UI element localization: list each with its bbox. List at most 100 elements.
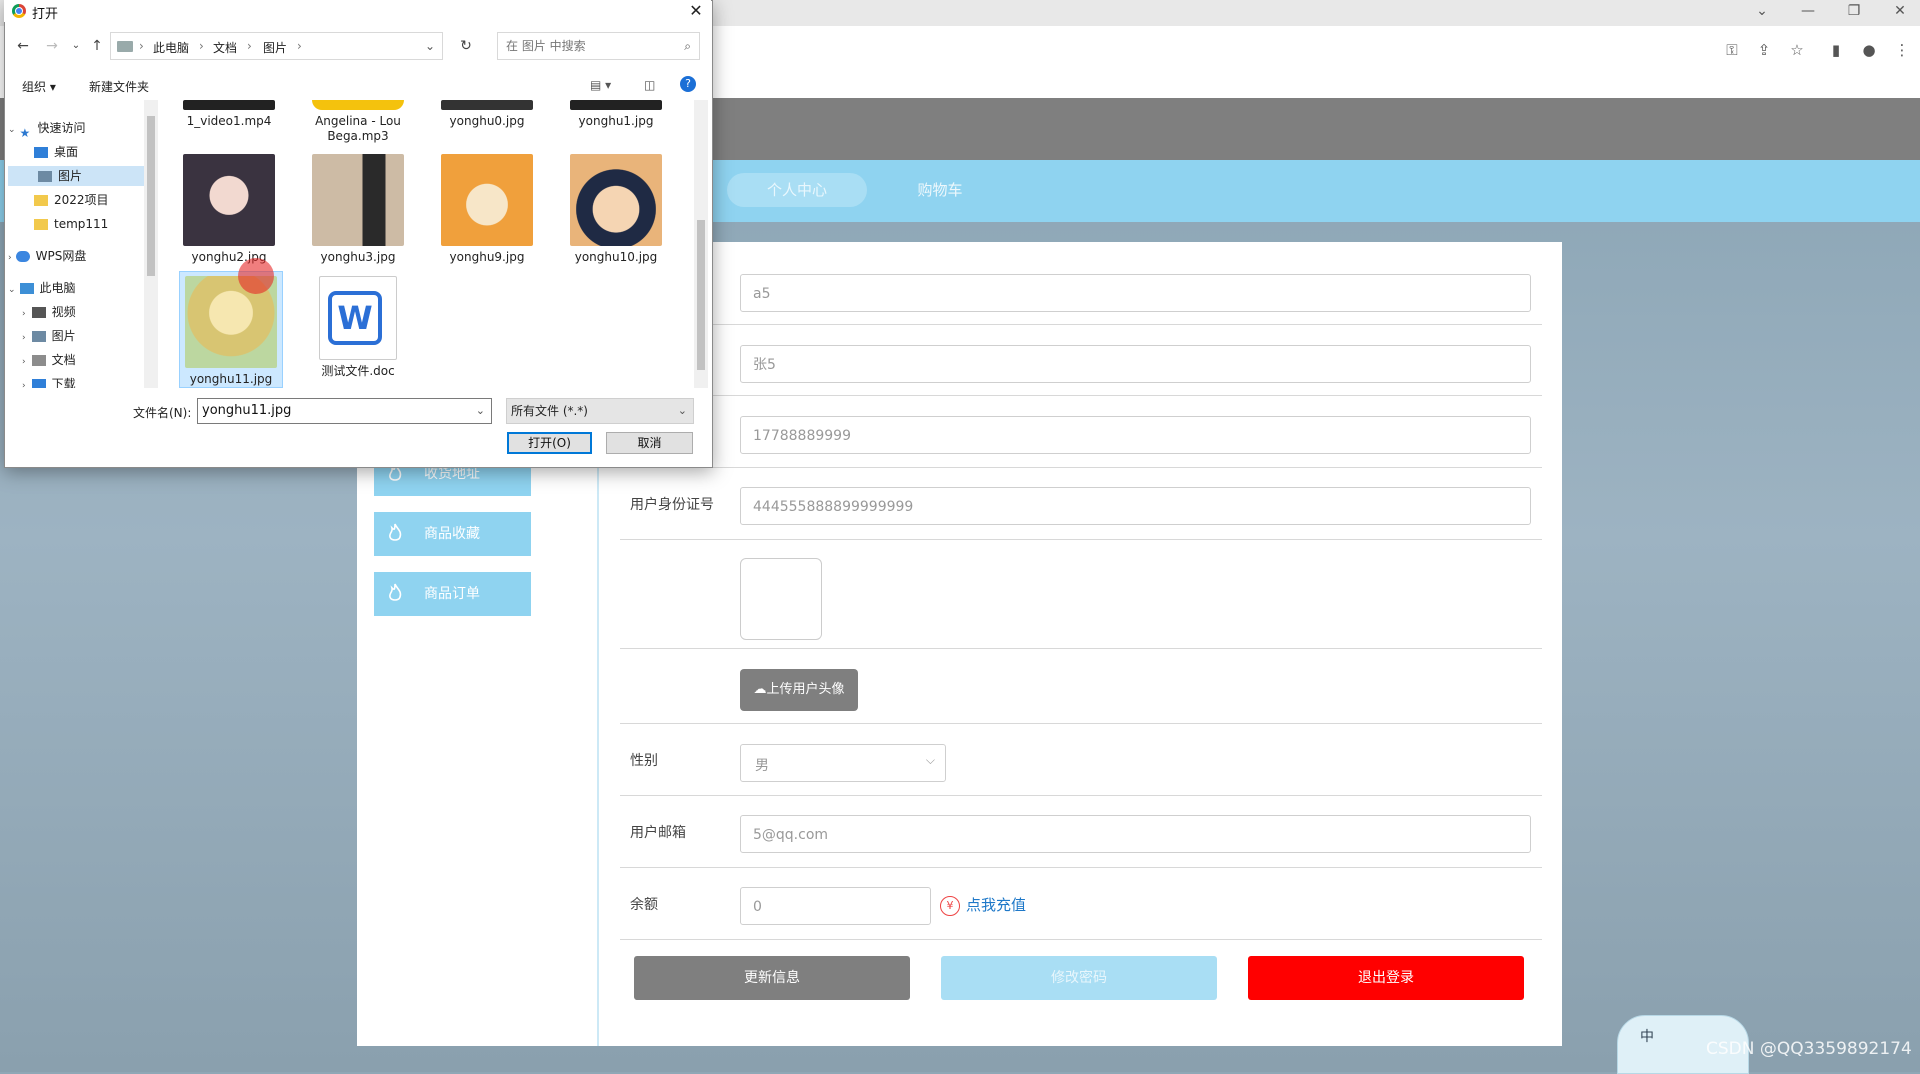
organize-menu[interactable]: 组织 ▾ xyxy=(22,78,56,95)
file-item[interactable]: W 测试文件.doc xyxy=(303,276,413,379)
breadcrumb-this-pc[interactable]: 此电脑 xyxy=(153,39,189,56)
star-icon[interactable]: ☆ xyxy=(1785,38,1809,62)
file-item[interactable]: yonghu1.jpg xyxy=(561,100,671,129)
sidebar-item-orders[interactable]: 商品订单 xyxy=(374,572,531,616)
id-label: 用户身份证号 xyxy=(630,497,714,513)
filename-input[interactable]: yonghu11.jpg ⌄ xyxy=(197,398,492,424)
restore-button[interactable]: ❐ xyxy=(1836,0,1872,24)
tab-search-icon[interactable]: ⌄ xyxy=(1744,0,1780,24)
sidebar-icon[interactable]: ▮ xyxy=(1824,38,1848,62)
dialog-close-button[interactable]: ✕ xyxy=(684,0,708,22)
preview-pane-icon[interactable]: ◫ xyxy=(644,78,655,92)
tree-item-wps-cloud[interactable]: › WPS网盘 xyxy=(8,246,86,266)
chevron-down-icon: ⌄ xyxy=(677,404,687,417)
breadcrumb-separator-icon: › xyxy=(247,39,252,53)
tree-scrollbar-thumb[interactable] xyxy=(147,116,155,276)
chevron-down-icon[interactable]: ⌄ xyxy=(425,39,435,53)
tree-label: 下载 xyxy=(51,377,76,388)
file-item[interactable]: yonghu3.jpg xyxy=(303,154,413,265)
gender-select[interactable]: 男 ⌵ xyxy=(740,744,946,782)
navigation-tree: ⌄ ★ 快速访问 桌面 图片 2022项目 temp111 › WPS网盘 ⌄ 此电脑 … xyxy=(4,100,144,388)
tree-item-desktop[interactable]: 桌面 xyxy=(34,142,144,162)
recent-locations-icon[interactable]: ⌄ xyxy=(66,36,86,56)
file-item[interactable]: yonghu10.jpg xyxy=(561,154,671,265)
file-item[interactable]: yonghu0.jpg xyxy=(432,100,542,129)
star-icon: ★ xyxy=(19,126,31,140)
recharge-link[interactable]: ¥ 点我充值 xyxy=(940,893,1026,917)
filename-label: 文件名(N): xyxy=(133,406,192,420)
open-button[interactable]: 打开(O) xyxy=(507,432,592,454)
name-input[interactable]: 张5 xyxy=(740,345,1531,383)
email-label: 用户邮箱 xyxy=(630,825,686,841)
key-icon[interactable]: ⚿ xyxy=(1720,38,1744,62)
pictures-folder-icon xyxy=(38,171,52,182)
nav-personal-center[interactable]: 个人中心 xyxy=(727,173,867,207)
tree-item-downloads[interactable]: › 下载 xyxy=(22,374,76,388)
folder-search-input[interactable]: 在 图片 中搜索 ⌕ xyxy=(497,32,700,60)
tree-item-temp111[interactable]: temp111 xyxy=(34,214,108,234)
file-list-scrollbar-thumb[interactable] xyxy=(697,220,705,370)
forward-arrow-icon[interactable]: → xyxy=(42,36,62,56)
chevron-right-icon: › xyxy=(8,253,12,263)
refresh-icon[interactable]: ↻ xyxy=(456,36,476,56)
username-input[interactable]: a5 xyxy=(740,274,1531,312)
tree-item-pictures-pc[interactable]: › 图片 xyxy=(22,326,76,346)
tree-item-quick-access[interactable]: ⌄ ★ 快速访问 xyxy=(8,118,86,140)
breadcrumb-separator-icon: › xyxy=(199,39,204,53)
phone-input[interactable]: 17788889999 xyxy=(740,416,1531,454)
logout-button[interactable]: 退出登录 xyxy=(1248,956,1524,1000)
view-options-icon[interactable]: ▤ ▾ xyxy=(590,78,611,92)
file-name: yonghu9.jpg xyxy=(449,250,525,264)
back-arrow-icon[interactable]: ← xyxy=(13,36,33,56)
image-thumbnail xyxy=(441,154,533,246)
file-item[interactable]: yonghu2.jpg xyxy=(174,154,284,265)
new-folder-button[interactable]: 新建文件夹 xyxy=(89,78,149,95)
form-row-email: 用户邮箱 5@qq.com xyxy=(620,796,1542,868)
nav-cart[interactable]: 购物车 xyxy=(890,173,990,207)
update-info-button[interactable]: 更新信息 xyxy=(634,956,910,1000)
tree-item-videos[interactable]: › 视频 xyxy=(22,302,76,322)
cancel-button[interactable]: 取消 xyxy=(606,432,693,454)
form-row-phone: 17788889999 xyxy=(620,396,1542,468)
share-icon[interactable]: ⇪ xyxy=(1752,38,1776,62)
email-input[interactable]: 5@qq.com xyxy=(740,815,1531,853)
change-password-button[interactable]: 修改密码 xyxy=(941,956,1217,1000)
address-bar[interactable]: › 此电脑 › 文档 › 图片 › ⌄ xyxy=(110,32,443,60)
close-window-button[interactable]: ✕ xyxy=(1882,0,1918,24)
gender-value: 男 xyxy=(755,758,769,774)
id-input[interactable]: 444555888899999999 xyxy=(740,487,1531,525)
balance-input[interactable]: 0 xyxy=(740,887,931,925)
breadcrumb-documents[interactable]: 文档 xyxy=(213,39,237,56)
tree-item-this-pc[interactable]: ⌄ 此电脑 xyxy=(8,278,76,298)
file-item[interactable]: 1_video1.mp4 xyxy=(174,100,284,129)
chrome-logo-icon xyxy=(12,4,26,18)
ime-mode-label: 中 xyxy=(1640,1029,1654,1045)
up-arrow-icon[interactable]: ↑ xyxy=(87,36,107,56)
file-item[interactable]: yonghu9.jpg xyxy=(432,154,542,265)
watermark-text: CSDN @QQ3359892174 xyxy=(1706,1039,1912,1059)
help-icon[interactable]: ? xyxy=(680,76,696,92)
file-item[interactable]: Angelina - Lou Bega.mp3 xyxy=(303,100,413,144)
chevron-right-icon: › xyxy=(22,333,26,343)
upload-avatar-label: 上传用户头像 xyxy=(766,682,845,697)
profile-icon[interactable]: ● xyxy=(1857,38,1881,62)
file-name: Angelina - Lou Bega.mp3 xyxy=(315,114,401,143)
tree-item-2022-project[interactable]: 2022项目 xyxy=(34,190,109,210)
image-thumbnail xyxy=(570,100,662,110)
gender-label: 性别 xyxy=(630,753,658,769)
menu-icon[interactable]: ⋮ xyxy=(1890,38,1914,62)
breadcrumb-pictures[interactable]: 图片 xyxy=(263,39,287,56)
file-type-filter[interactable]: 所有文件 (*.*) ⌄ xyxy=(506,398,694,424)
tree-label: 文档 xyxy=(51,353,76,367)
tree-item-documents[interactable]: › 文档 xyxy=(22,350,76,370)
upload-avatar-button[interactable]: ☁上传用户头像 xyxy=(740,669,858,711)
form-row-name: 张5 xyxy=(620,325,1542,396)
sidebar-item-favorites[interactable]: 商品收藏 xyxy=(374,512,531,556)
flame-icon xyxy=(389,583,402,601)
image-thumbnail xyxy=(441,100,533,110)
dialog-title: 打开 xyxy=(32,7,59,22)
word-doc-icon: W xyxy=(319,276,397,360)
chevron-down-icon[interactable]: ⌄ xyxy=(476,399,485,423)
minimize-button[interactable]: — xyxy=(1790,0,1826,24)
tree-item-pictures[interactable]: 图片 xyxy=(8,166,144,186)
